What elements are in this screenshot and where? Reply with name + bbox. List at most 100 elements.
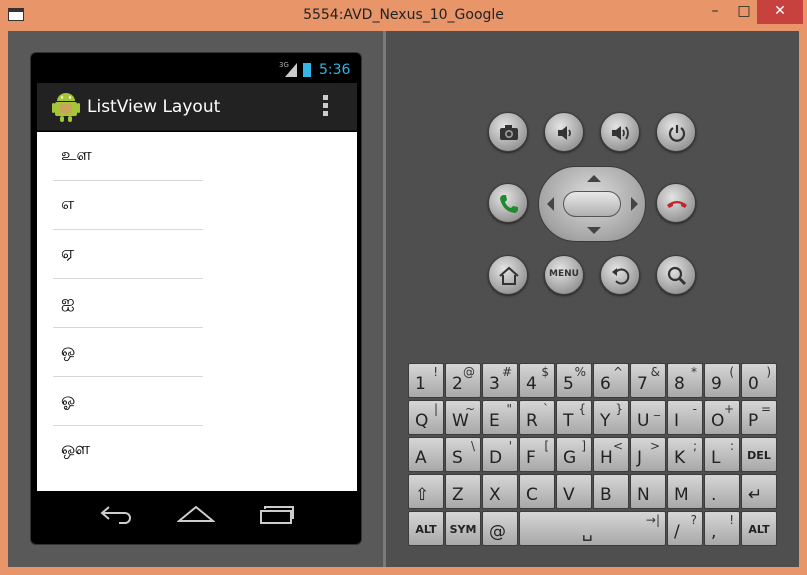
key-6[interactable]: 6 ^ <box>593 363 629 398</box>
list-item[interactable]: ஓ <box>53 377 203 426</box>
key-z[interactable]: Z <box>445 474 481 509</box>
key-y[interactable]: Y} <box>593 400 629 435</box>
overflow-menu-icon[interactable] <box>323 95 329 119</box>
volume-down-icon <box>558 126 571 140</box>
key-t[interactable]: T{ <box>556 400 592 435</box>
key-q[interactable]: Q | <box>408 400 444 435</box>
list-item-label: ஔ <box>61 439 90 459</box>
key-s[interactable]: S \ <box>445 437 481 472</box>
back-button[interactable] <box>600 255 640 295</box>
key-v[interactable]: V <box>556 474 592 509</box>
menu-button[interactable]: MENU <box>544 255 584 295</box>
key-f[interactable]: F[ <box>519 437 555 472</box>
list-item-label: ஐ <box>61 292 75 312</box>
list-item-label: ஏ <box>61 243 75 263</box>
list-item[interactable]: ஒ <box>53 328 203 377</box>
controls-pane: MENU 1! 2 @ 3 # 4 $ 5% 6 ^ 7 & 8 * 9( 0) Q | <box>386 31 799 567</box>
key-g[interactable]: G] <box>556 437 592 472</box>
key-sym[interactable]: SYM <box>445 511 481 546</box>
phone-screen: 3G 5:36 ListView Layout உள எ ஏ ஐ ஒ ஓ ஔ <box>30 52 362 545</box>
signal-icon <box>285 63 297 77</box>
key-8[interactable]: 8 * <box>667 363 703 398</box>
key-w[interactable]: W ~ <box>445 400 481 435</box>
list-item[interactable]: எ <box>53 181 203 230</box>
key-9[interactable]: 9( <box>704 363 740 398</box>
key-e[interactable]: E " <box>482 400 518 435</box>
key-0[interactable]: 0) <box>741 363 777 398</box>
back-nav-icon[interactable] <box>99 505 135 525</box>
key-x[interactable]: X <box>482 474 518 509</box>
key-7[interactable]: 7 & <box>630 363 666 398</box>
key-alt-left[interactable]: ALT <box>408 511 444 546</box>
key-b[interactable]: B <box>593 474 629 509</box>
search-button[interactable] <box>656 255 696 295</box>
key-space[interactable]: ␣ →| <box>519 511 666 546</box>
key-p[interactable]: P = <box>741 400 777 435</box>
volume-up-button[interactable] <box>600 112 640 152</box>
window-title: 5554:AVD_Nexus_10_Google <box>303 7 504 23</box>
device-pane: 3G 5:36 ListView Layout உள எ ஏ ஐ ஒ ஓ ஔ <box>8 31 383 567</box>
end-call-icon <box>667 201 687 208</box>
key-1[interactable]: 1! <box>408 363 444 398</box>
key-4[interactable]: 4 $ <box>519 363 555 398</box>
maximize-button[interactable]: □ <box>731 0 757 24</box>
home-nav-icon[interactable] <box>177 503 215 525</box>
key-n[interactable]: N <box>630 474 666 509</box>
status-time: 5:36 <box>319 62 351 78</box>
dpad-up-icon[interactable] <box>587 175 601 182</box>
key-delete[interactable]: DEL <box>741 437 777 472</box>
dpad-left-icon[interactable] <box>547 197 554 211</box>
list-item-label: உள <box>61 145 92 165</box>
key-enter[interactable]: ↵ <box>741 474 777 509</box>
key-c[interactable]: C <box>519 474 555 509</box>
dpad[interactable] <box>538 166 646 242</box>
list-item[interactable]: ஔ <box>53 426 203 475</box>
key-o[interactable]: O + <box>704 400 740 435</box>
key-shift[interactable]: ⇧ <box>408 474 444 509</box>
key-a[interactable]: A <box>408 437 444 472</box>
key-alt-right[interactable]: ALT <box>741 511 777 546</box>
key-d[interactable]: D ' <box>482 437 518 472</box>
key-l[interactable]: L: <box>704 437 740 472</box>
key-3[interactable]: 3 # <box>482 363 518 398</box>
dpad-down-icon[interactable] <box>587 227 601 234</box>
key-slash[interactable]: /? <box>667 511 703 546</box>
recent-apps-nav-icon[interactable] <box>259 503 295 525</box>
end-call-button[interactable] <box>656 183 696 223</box>
home-button[interactable] <box>488 255 528 295</box>
key-5[interactable]: 5% <box>556 363 592 398</box>
key-k[interactable]: K; <box>667 437 703 472</box>
menu-label: MENU <box>549 269 579 279</box>
dpad-right-icon[interactable] <box>631 197 638 211</box>
power-button[interactable] <box>656 112 696 152</box>
list-view[interactable]: உள எ ஏ ஐ ஒ ஓ ஔ <box>37 132 357 491</box>
app-title: ListView Layout <box>87 97 221 117</box>
emulator-client: 3G 5:36 ListView Layout உள எ ஏ ஐ ஒ ஓ ஔ M… <box>8 31 799 567</box>
call-icon <box>500 195 518 213</box>
close-button[interactable]: ✕ <box>757 0 803 24</box>
camera-button[interactable] <box>488 112 528 152</box>
volume-down-button[interactable] <box>544 112 584 152</box>
action-bar: ListView Layout <box>37 83 357 131</box>
minimize-button[interactable]: – <box>700 0 730 24</box>
key-m[interactable]: M <box>667 474 703 509</box>
list-item[interactable]: ஏ <box>53 230 203 279</box>
list-item[interactable]: ஐ <box>53 279 203 328</box>
battery-icon <box>303 63 311 77</box>
key-period[interactable]: . <box>704 474 740 509</box>
back-icon <box>612 268 630 285</box>
key-at[interactable]: @ <box>482 511 518 546</box>
home-icon <box>499 266 519 285</box>
key-comma[interactable]: ,! <box>704 511 740 546</box>
call-button[interactable] <box>488 183 528 223</box>
hardware-keyboard: 1! 2 @ 3 # 4 $ 5% 6 ^ 7 & 8 * 9( 0) Q | W ~ E " R… <box>408 363 780 547</box>
key-u[interactable]: U _ <box>630 400 666 435</box>
list-item[interactable]: உள <box>53 132 203 181</box>
window-titlebar[interactable]: 5554:AVD_Nexus_10_Google – □ ✕ <box>0 0 807 31</box>
key-h[interactable]: H < <box>593 437 629 472</box>
dpad-center-button[interactable] <box>563 191 621 217</box>
key-r[interactable]: R ` <box>519 400 555 435</box>
key-i[interactable]: I- <box>667 400 703 435</box>
key-2[interactable]: 2 @ <box>445 363 481 398</box>
key-j[interactable]: J > <box>630 437 666 472</box>
